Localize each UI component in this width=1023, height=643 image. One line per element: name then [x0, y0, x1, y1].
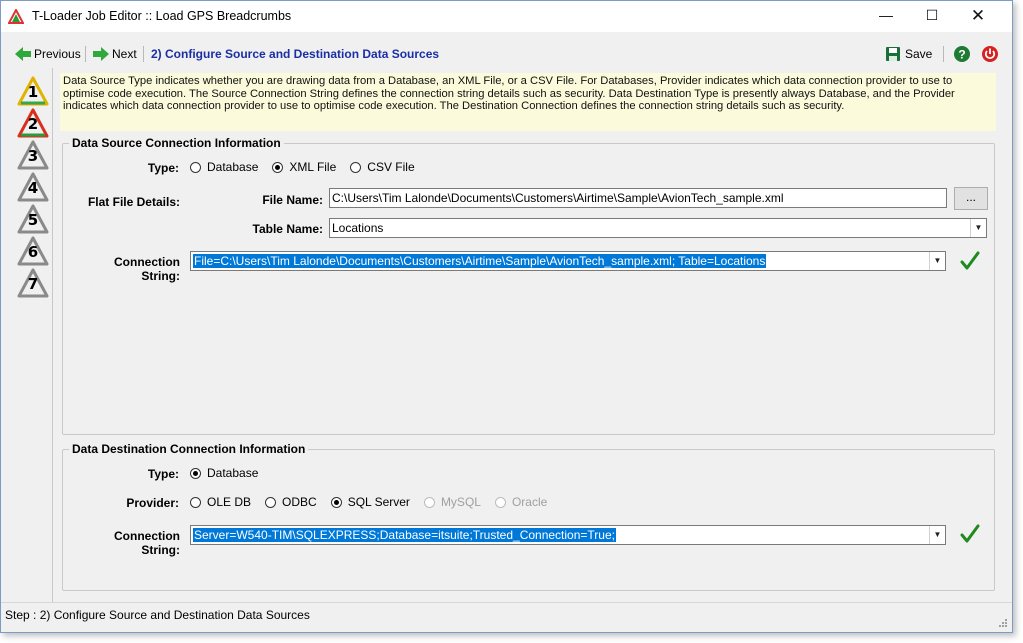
step-6-button[interactable]: 6 — [17, 236, 49, 266]
status-bar: Step : 2) Configure Source and Destinati… — [1, 602, 1012, 632]
help-icon[interactable]: ? — [953, 45, 971, 63]
provider-radio-group: OLE DB ODBC SQL Server MySQL Oracle — [190, 495, 561, 509]
radio-dot — [190, 161, 201, 173]
title-bar: T-Loader Job Editor :: Load GPS Breadcru… — [1, 1, 1012, 32]
source-type-database-radio[interactable]: Database — [190, 160, 258, 174]
toolbar-separator — [143, 46, 144, 62]
radio-label: MySQL — [440, 495, 481, 509]
browse-button[interactable]: ... — [954, 187, 988, 210]
provider-mysql-radio[interactable]: MySQL — [423, 495, 481, 509]
radio-label: SQL Server — [347, 495, 410, 509]
source-connection-label: Connection String: — [114, 255, 180, 283]
svg-text:?: ? — [958, 48, 965, 62]
radio-label: Database — [207, 466, 259, 480]
step-3-button[interactable]: 3 — [17, 140, 49, 170]
step-number: 1 — [27, 83, 39, 101]
source-type-radio-group: Database XML File CSV File — [190, 160, 429, 174]
main-window: T-Loader Job Editor :: Load GPS Breadcru… — [0, 0, 1013, 633]
info-banner: Data Source Type indicates whether you a… — [60, 73, 996, 131]
maximize-button[interactable]: ☐ — [909, 1, 955, 32]
resize-grip-icon[interactable] — [998, 618, 1008, 628]
destination-group: Data Destination Connection Information … — [62, 442, 995, 591]
step-navigator: 1 2 3 4 5 6 7 — [13, 68, 53, 603]
step-2-button[interactable]: 2 — [17, 108, 49, 138]
radio-dot — [423, 496, 435, 508]
provider-oledb-radio[interactable]: OLE DB — [190, 495, 251, 509]
step-number: 7 — [27, 275, 39, 293]
previous-label: Previous — [34, 47, 81, 61]
provider-oracle-radio[interactable]: Oracle — [494, 495, 548, 509]
step-title: 2) Configure Source and Destination Data… — [151, 47, 440, 61]
radio-dot — [190, 496, 201, 508]
source-connection-input[interactable]: File=C:\Users\Tim Lalonde\Documents\Cust… — [190, 251, 946, 271]
table-name-value: Locations — [332, 221, 384, 235]
source-group: Data Source Connection Information Type:… — [62, 136, 995, 435]
power-icon[interactable] — [981, 45, 999, 63]
step-5-button[interactable]: 5 — [17, 204, 49, 234]
radio-label: XML File — [289, 160, 337, 174]
next-label: Next — [112, 47, 137, 61]
destination-connection-input[interactable]: Server=W540-TIM\SQLEXPRESS;Database=itsu… — [190, 525, 946, 545]
destination-type-radio-group: Database — [190, 466, 272, 480]
table-name-select[interactable]: Locations ▼ — [329, 218, 987, 238]
chevron-down-icon[interactable]: ▼ — [929, 526, 945, 544]
arrow-left-icon — [15, 47, 31, 61]
window-title: T-Loader Job Editor :: Load GPS Breadcru… — [32, 9, 292, 23]
file-name-input[interactable]: C:\Users\Tim Lalonde\Documents\Customers… — [329, 188, 947, 208]
radio-label: ODBC — [282, 495, 317, 509]
minimize-button[interactable]: — — [863, 1, 909, 32]
step-number: 3 — [27, 147, 39, 165]
close-button[interactable]: ✕ — [955, 1, 1001, 32]
source-connection-value: File=C:\Users\Tim Lalonde\Documents\Cust… — [193, 254, 767, 268]
provider-sqlserver-radio[interactable]: SQL Server — [330, 495, 410, 509]
step-4-button[interactable]: 4 — [17, 172, 49, 202]
step-number: 2 — [27, 115, 39, 133]
step-number: 6 — [27, 243, 39, 261]
step-number: 4 — [27, 179, 39, 197]
step-1-button[interactable]: 1 — [17, 76, 49, 106]
floppy-disk-icon — [886, 47, 900, 61]
radio-label: Oracle — [511, 495, 548, 509]
step-number: 5 — [27, 211, 39, 229]
flat-file-label: Flat File Details: — [87, 195, 180, 209]
destination-type-label: Type: — [147, 467, 179, 481]
toolbar-separator — [943, 46, 944, 62]
destination-legend: Data Destination Connection Information — [69, 442, 309, 456]
table-name-label: Table Name: — [252, 222, 323, 236]
step-7-button[interactable]: 7 — [17, 268, 49, 298]
checkmark-icon — [960, 251, 980, 270]
provider-odbc-radio[interactable]: ODBC — [265, 495, 317, 509]
radio-dot — [272, 161, 284, 173]
checkmark-icon — [960, 524, 980, 543]
radio-dot — [190, 467, 201, 479]
destination-connection-label: Connection String: — [114, 529, 180, 557]
destination-connection-value: Server=W540-TIM\SQLEXPRESS;Database=itsu… — [193, 528, 616, 542]
radio-dot — [265, 496, 277, 508]
radio-label: OLE DB — [207, 495, 252, 509]
radio-dot — [330, 496, 342, 508]
radio-label: CSV File — [367, 160, 415, 174]
save-button[interactable]: Save — [885, 45, 932, 63]
destination-type-database-radio[interactable]: Database — [190, 466, 258, 480]
status-text: Step : 2) Configure Source and Destinati… — [5, 608, 310, 622]
file-name-label: File Name: — [262, 193, 323, 207]
toolbar: Previous Next 2) Configure Source and De… — [1, 42, 1012, 66]
radio-dot — [494, 496, 506, 508]
provider-label: Provider: — [126, 496, 179, 510]
chevron-down-icon[interactable]: ▼ — [970, 219, 986, 237]
radio-dot — [350, 161, 362, 173]
source-type-label: Type: — [147, 161, 179, 175]
source-legend: Data Source Connection Information — [69, 136, 284, 150]
source-type-xml-radio[interactable]: XML File — [272, 160, 336, 174]
next-button[interactable]: Next — [93, 45, 137, 63]
toolbar-separator — [85, 46, 86, 62]
radio-label: Database — [207, 160, 259, 174]
app-logo-icon — [8, 9, 24, 24]
arrow-right-icon — [93, 47, 109, 61]
save-label: Save — [905, 47, 933, 61]
chevron-down-icon[interactable]: ▼ — [929, 252, 945, 270]
source-type-csv-radio[interactable]: CSV File — [350, 160, 415, 174]
previous-button[interactable]: Previous — [15, 45, 81, 63]
